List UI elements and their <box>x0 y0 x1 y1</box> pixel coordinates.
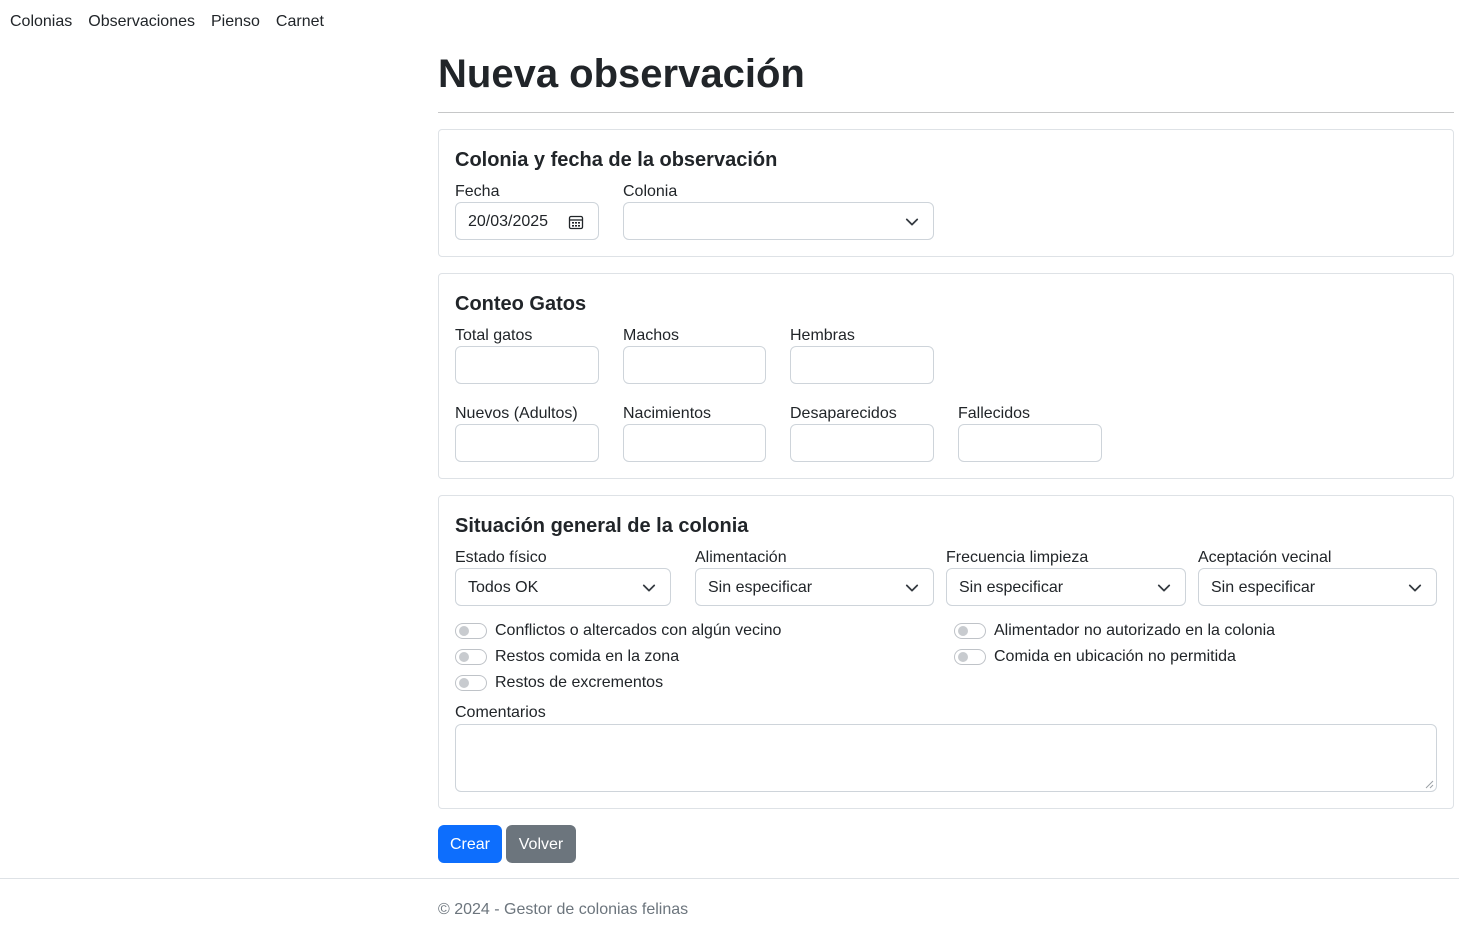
switch-conflictos[interactable] <box>455 623 487 639</box>
switch-conflictos-label: Conflictos o altercados con algún vecino <box>495 622 782 639</box>
chevron-down-icon <box>905 584 919 592</box>
comentarios-textarea[interactable] <box>455 724 1437 792</box>
title-divider <box>438 112 1454 113</box>
switch-comida-ubicacion[interactable] <box>954 649 986 665</box>
switch-restos-comida[interactable] <box>455 649 487 665</box>
switch-excrementos-label: Restos de excrementos <box>495 674 664 691</box>
chevron-down-icon <box>1408 584 1422 592</box>
switch-alimentador[interactable] <box>954 623 986 639</box>
nav-link-observaciones[interactable]: Observaciones <box>88 12 195 31</box>
fecha-input[interactable]: 20/03/2025 <box>455 202 599 240</box>
colonia-label: Colonia <box>623 183 678 200</box>
total-gatos-label: Total gatos <box>455 327 533 344</box>
nacimientos-label: Nacimientos <box>623 405 712 422</box>
fallecidos-label: Fallecidos <box>958 405 1031 422</box>
nav-link-carnet[interactable]: Carnet <box>276 12 324 31</box>
comentarios-label: Comentarios <box>455 704 546 721</box>
fecha-value: 20/03/2025 <box>468 213 549 230</box>
aceptacion-vecinal-select[interactable]: Sin especificar <box>1198 568 1437 606</box>
estado-fisico-label: Estado físico <box>455 549 547 566</box>
calendar-icon[interactable] <box>568 214 584 230</box>
colonia-select[interactable] <box>623 202 934 240</box>
card-conteo-gatos: Conteo Gatos Total gatos Machos Hembras … <box>438 273 1454 479</box>
card-title-colonia-fecha: Colonia y fecha de la observación <box>455 149 778 171</box>
nacimientos-input[interactable] <box>623 424 766 462</box>
card-colonia-fecha: Colonia y fecha de la observación Fecha … <box>438 129 1454 257</box>
card-situacion-general: Situación general de la colonia Estado f… <box>438 495 1454 809</box>
page-title: Nueva observación <box>438 52 805 96</box>
top-nav: Colonias Observaciones Pienso Carnet <box>10 12 324 31</box>
desaparecidos-label: Desaparecidos <box>790 405 897 422</box>
chevron-down-icon <box>905 218 919 226</box>
estado-fisico-select[interactable]: Todos OK <box>455 568 671 606</box>
desaparecidos-input[interactable] <box>790 424 934 462</box>
switch-restos-comida-label: Restos comida en la zona <box>495 648 680 665</box>
volver-button[interactable]: Volver <box>506 825 576 863</box>
alimentacion-label: Alimentación <box>695 549 787 566</box>
alimentacion-value: Sin especificar <box>708 579 813 596</box>
estado-fisico-value: Todos OK <box>468 579 539 596</box>
machos-input[interactable] <box>623 346 766 384</box>
fecha-label: Fecha <box>455 183 500 200</box>
footer-divider <box>0 878 1459 879</box>
chevron-down-icon <box>1157 584 1171 592</box>
resize-grip-icon[interactable] <box>1425 780 1434 789</box>
hembras-input[interactable] <box>790 346 934 384</box>
nuevos-input[interactable] <box>455 424 599 462</box>
frecuencia-limpieza-value: Sin especificar <box>959 579 1064 596</box>
nuevos-label: Nuevos (Adultos) <box>455 405 578 422</box>
total-gatos-input[interactable] <box>455 346 599 384</box>
hembras-label: Hembras <box>790 327 855 344</box>
frecuencia-limpieza-label: Frecuencia limpieza <box>946 549 1089 566</box>
footer-copyright: © 2024 - Gestor de colonias felinas <box>438 901 689 918</box>
fallecidos-input[interactable] <box>958 424 1102 462</box>
switch-comida-ubicacion-label: Comida en ubicación no permitida <box>994 648 1236 665</box>
switch-alimentador-label: Alimentador no autorizado en la colonia <box>994 622 1276 639</box>
chevron-down-icon <box>642 584 656 592</box>
crear-button[interactable]: Crear <box>438 825 502 863</box>
alimentacion-select[interactable]: Sin especificar <box>695 568 934 606</box>
card-title-situacion: Situación general de la colonia <box>455 515 749 537</box>
aceptacion-vecinal-value: Sin especificar <box>1211 579 1316 596</box>
aceptacion-vecinal-label: Aceptación vecinal <box>1198 549 1332 566</box>
switch-excrementos[interactable] <box>455 675 487 691</box>
nav-link-pienso[interactable]: Pienso <box>211 12 260 31</box>
card-title-conteo: Conteo Gatos <box>455 293 587 315</box>
frecuencia-limpieza-select[interactable]: Sin especificar <box>946 568 1186 606</box>
machos-label: Machos <box>623 327 680 344</box>
nav-link-colonias[interactable]: Colonias <box>10 12 72 31</box>
